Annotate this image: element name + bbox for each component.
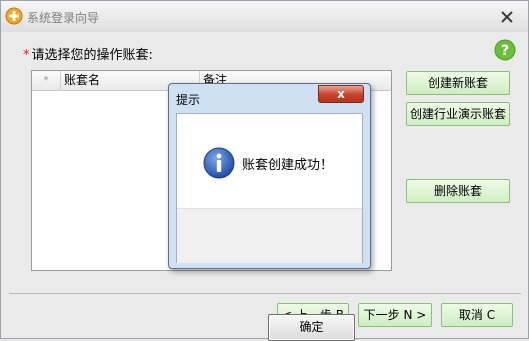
dialog-title: 提示 (176, 93, 201, 107)
delete-account-set-button[interactable]: 删除账套 (406, 179, 510, 203)
ok-button[interactable]: 确定 (268, 314, 355, 341)
help-icon[interactable]: ? (494, 39, 516, 61)
app-logo-icon (5, 7, 23, 25)
window-title: 系统登录向导 (27, 11, 100, 25)
prompt-label: * 请选择您的操作账套: (23, 44, 153, 63)
divider (9, 293, 521, 294)
close-icon: x (337, 87, 345, 101)
message-dialog: 提示 x 账套创建成功！ 确定 (168, 83, 371, 341)
close-icon[interactable] (499, 9, 515, 25)
column-header-marker: * (32, 71, 61, 90)
dialog-message: 账套创建成功！ (242, 158, 334, 173)
create-demo-account-set-button[interactable]: 创建行业演示账套 (406, 102, 510, 126)
dialog-close-button[interactable]: x (318, 85, 364, 103)
title-bar[interactable]: 系统登录向导 (1, 1, 528, 32)
required-mark: * (23, 48, 30, 63)
cancel-button[interactable]: 取消 C (441, 303, 513, 327)
prompt-text: 请选择您的操作账套: (31, 48, 153, 63)
dialog-footer: 确定 (177, 208, 362, 341)
dialog-body: 账套创建成功！ 确定 (176, 113, 363, 341)
next-step-button[interactable]: 下一步 N > (358, 303, 432, 327)
info-icon (203, 147, 235, 179)
main-window: 系统登录向导 ? * 请选择您的操作账套: * 账套名 备注 创建新账套 创建行业… (0, 0, 529, 341)
svg-text:?: ? (501, 43, 509, 59)
create-account-set-button[interactable]: 创建新账套 (406, 71, 510, 95)
